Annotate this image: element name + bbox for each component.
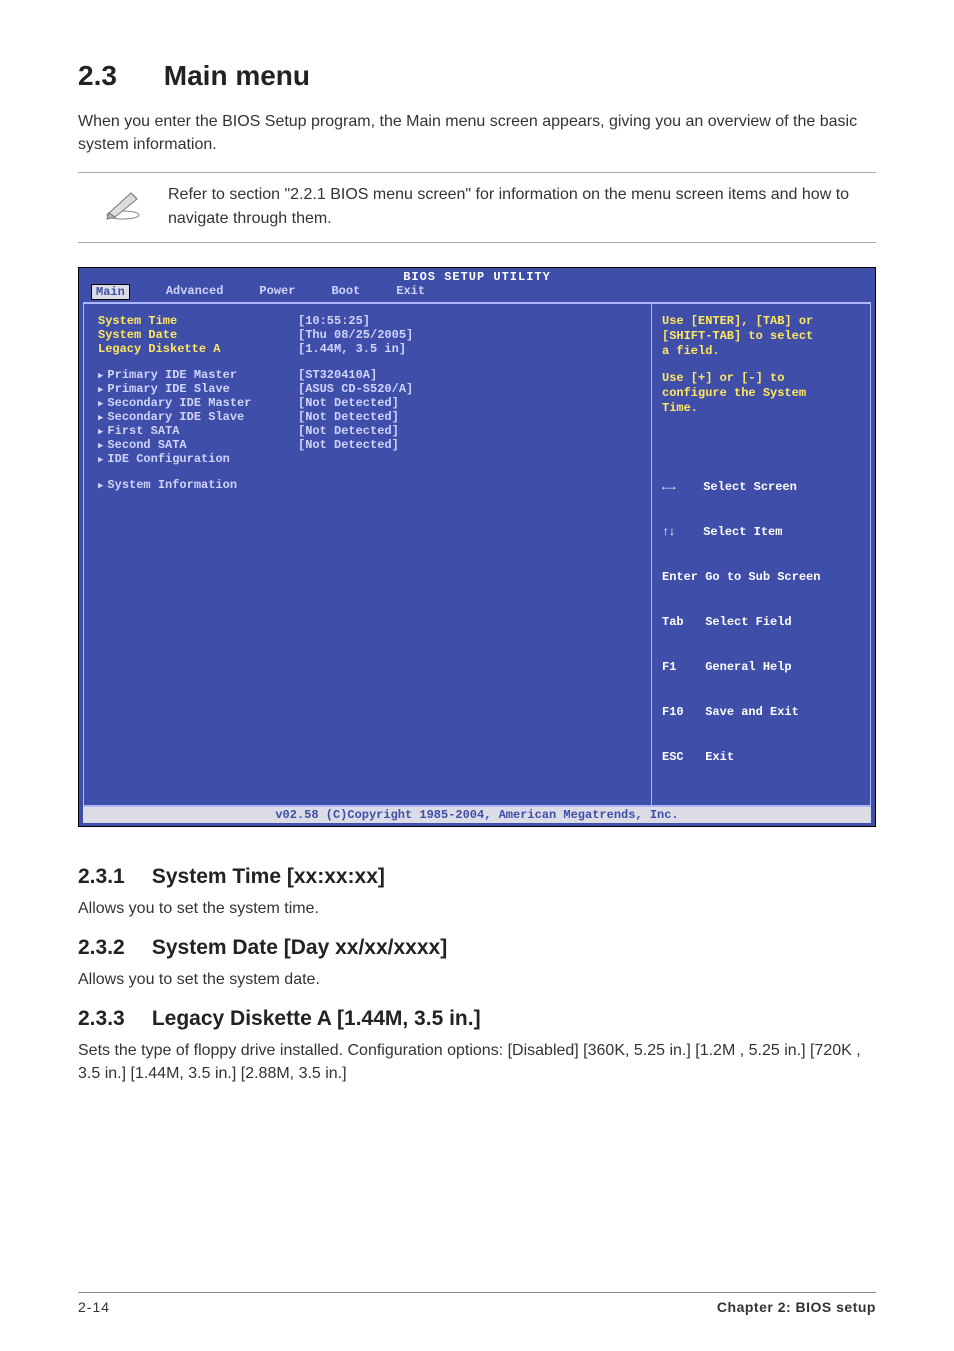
note-text: Refer to section "2.2.1 BIOS menu screen… (168, 183, 876, 229)
label-secondary-ide-slave[interactable]: Secondary IDE Slave (98, 410, 298, 424)
subsection-body-1: Allows you to set the system time. (78, 897, 876, 920)
intro-paragraph: When you enter the BIOS Setup program, t… (78, 110, 876, 156)
subsection-heading-3: 2.3.3 Legacy Diskette A [1.44M, 3.5 in.] (78, 1007, 876, 1031)
tab-boot[interactable]: Boot (331, 284, 360, 300)
bios-tabbar: Main Advanced Power Boot Exit (79, 284, 875, 302)
label-legacy-diskette[interactable]: Legacy Diskette A (98, 342, 298, 356)
help-text-1: Use [ENTER], [TAB] or [SHIFT-TAB] to sel… (662, 314, 860, 359)
label-ide-configuration[interactable]: IDE Configuration (98, 452, 298, 466)
label-secondary-ide-master[interactable]: Secondary IDE Master (98, 396, 298, 410)
label-second-sata[interactable]: Second SATA (98, 438, 298, 452)
arrow-lr-icon: ←→ (662, 480, 674, 494)
value-secondary-ide-slave: [Not Detected] (298, 410, 399, 424)
value-second-sata: [Not Detected] (298, 438, 399, 452)
label-primary-ide-master[interactable]: Primary IDE Master (98, 368, 298, 382)
bios-copyright: v02.58 (C)Copyright 1985-2004, American … (83, 807, 871, 823)
value-primary-ide-master: [ST320410A] (298, 368, 377, 382)
label-primary-ide-slave[interactable]: Primary IDE Slave (98, 382, 298, 396)
section-title: Main menu (164, 60, 310, 91)
label-first-sata[interactable]: First SATA (98, 424, 298, 438)
bios-help-panel: Use [ENTER], [TAB] or [SHIFT-TAB] to sel… (651, 303, 871, 806)
label-system-time[interactable]: System Time (98, 314, 298, 328)
label-system-date[interactable]: System Date (98, 328, 298, 342)
value-primary-ide-slave: [ASUS CD-S520/A] (298, 382, 413, 396)
bios-main-panel: System Time[10:55:25] System Date[Thu 08… (83, 303, 651, 806)
chapter-label: Chapter 2: BIOS setup (717, 1299, 876, 1315)
value-system-date[interactable]: [Thu 08/25/2005] (298, 328, 413, 342)
subsection-body-3: Sets the type of floppy drive installed.… (78, 1039, 876, 1085)
tab-exit[interactable]: Exit (396, 284, 425, 300)
help-text-2: Use [+] or [-] to configure the System T… (662, 371, 860, 416)
subsection-body-2: Allows you to set the system date. (78, 968, 876, 991)
note-box: Refer to section "2.2.1 BIOS menu screen… (78, 172, 876, 242)
section-number: 2.3 (78, 60, 156, 92)
bios-screenshot: BIOS SETUP UTILITY Main Advanced Power B… (78, 267, 876, 827)
tab-power[interactable]: Power (259, 284, 295, 300)
nav-legend: ←→ Select Screen ↑↓ Select Item Enter Go… (662, 450, 860, 795)
subsection-heading-1: 2.3.1 System Time [xx:xx:xx] (78, 865, 876, 889)
page-heading: 2.3 Main menu (78, 60, 876, 92)
value-legacy-diskette[interactable]: [1.44M, 3.5 in] (298, 342, 406, 356)
tab-main[interactable]: Main (91, 284, 130, 300)
page-footer: 2-14 Chapter 2: BIOS setup (78, 1292, 876, 1315)
label-system-information[interactable]: System Information (98, 478, 298, 492)
value-secondary-ide-master: [Not Detected] (298, 396, 399, 410)
value-system-time[interactable]: [10:55:25] (298, 314, 370, 328)
tab-advanced[interactable]: Advanced (166, 284, 224, 300)
bios-title: BIOS SETUP UTILITY (79, 268, 875, 284)
value-first-sata: [Not Detected] (298, 424, 399, 438)
arrow-ud-icon: ↑↓ (662, 525, 674, 539)
subsection-heading-2: 2.3.2 System Date [Day xx/xx/xxxx] (78, 936, 876, 960)
page-number: 2-14 (78, 1299, 110, 1315)
pencil-icon (78, 183, 168, 221)
